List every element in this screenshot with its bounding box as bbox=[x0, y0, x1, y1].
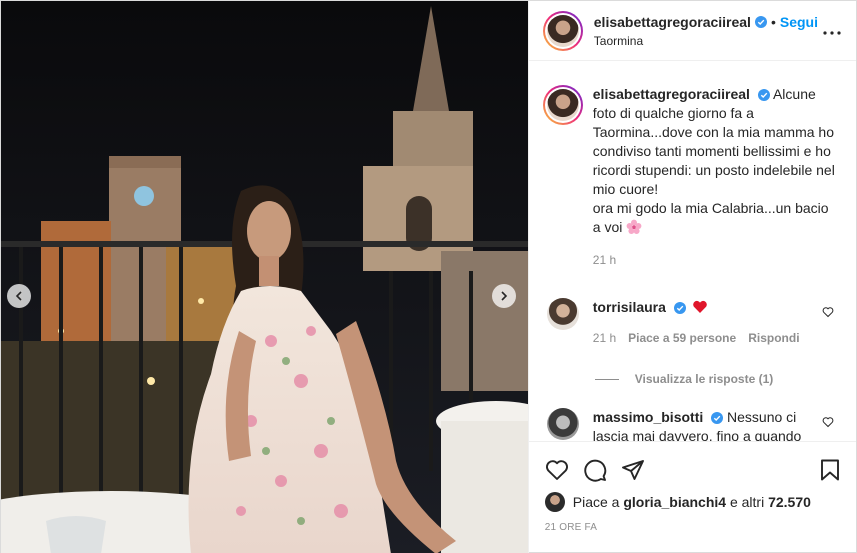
share-icon[interactable] bbox=[621, 458, 645, 482]
commenter-avatar[interactable] bbox=[546, 408, 579, 440]
replies-divider bbox=[594, 378, 619, 380]
comment-time: 21 h bbox=[592, 331, 617, 345]
previous-photo-button[interactable] bbox=[7, 284, 31, 308]
chevron-left-icon bbox=[15, 291, 22, 301]
likes-count[interactable]: 72.570 bbox=[768, 494, 811, 510]
post-dialog: elisabettagregoraciireal • Segui Taormin… bbox=[0, 0, 857, 553]
commenter-username[interactable]: torrisilaura bbox=[593, 299, 666, 315]
caption-username[interactable]: elisabettagregoraciireal bbox=[593, 86, 750, 102]
chevron-right-icon bbox=[501, 291, 507, 301]
author-avatar[interactable] bbox=[542, 10, 583, 51]
reply-button[interactable]: Rispondi bbox=[748, 329, 799, 348]
post-caption: elisabettagregoraciireal Alcune foto di … bbox=[542, 69, 842, 270]
post-actions: Piace a gloria_bianchi4 e altri 72.570 2… bbox=[528, 441, 856, 533]
caption-text-1: Alcune foto di qualche giorno fa a Taorm… bbox=[592, 86, 835, 197]
comment-likes[interactable]: Piace a 59 persone bbox=[628, 329, 736, 348]
comments-list[interactable]: elisabettagregoraciireal Alcune foto di … bbox=[529, 69, 856, 441]
follow-button[interactable]: Segui bbox=[780, 14, 818, 30]
comment-item: torrisilaura 21 h Piace a 59 persone Ris… bbox=[543, 298, 842, 348]
post-photo[interactable] bbox=[1, 1, 528, 553]
more-options-button[interactable] bbox=[820, 22, 844, 40]
heart-icon[interactable] bbox=[822, 416, 834, 428]
heart-icon[interactable] bbox=[822, 306, 834, 318]
likes-prefix: Piace a bbox=[572, 494, 624, 510]
author-username[interactable]: elisabettagregoraciireal bbox=[594, 14, 751, 30]
separator-dot: • bbox=[770, 13, 776, 30]
post-date: 21 ORE FA bbox=[544, 522, 598, 533]
post-header: elisabettagregoraciireal • Segui Taormin… bbox=[528, 1, 856, 61]
view-replies-label: Visualizza le risposte (1) bbox=[634, 372, 774, 386]
likes-summary: Piace a gloria_bianchi4 e altri 72.570 bbox=[544, 492, 842, 512]
red-heart-emoji-icon bbox=[692, 300, 707, 313]
verified-icon bbox=[711, 412, 724, 425]
caption-avatar[interactable] bbox=[542, 85, 583, 125]
verified-icon bbox=[757, 89, 770, 102]
comment-item: massimo_bisotti Nessuno ci lascia mai da… bbox=[543, 408, 842, 441]
liker-avatar[interactable] bbox=[544, 492, 565, 512]
cherry-blossom-icon bbox=[626, 219, 642, 234]
commenter-username[interactable]: massimo_bisotti bbox=[593, 409, 703, 425]
heart-icon[interactable] bbox=[545, 458, 569, 482]
caption-time: 21 h bbox=[592, 253, 617, 267]
commenter-avatar[interactable] bbox=[546, 298, 579, 330]
verified-icon bbox=[673, 302, 686, 315]
post-sidebar: elisabettagregoraciireal • Segui Taormin… bbox=[527, 1, 856, 553]
view-replies-button[interactable]: Visualizza le risposte (1) bbox=[594, 372, 842, 386]
bookmark-icon[interactable] bbox=[818, 458, 842, 482]
liker-username[interactable]: gloria_bianchi4 bbox=[623, 494, 726, 510]
photo-scene bbox=[1, 1, 528, 553]
verified-icon bbox=[754, 15, 767, 28]
next-photo-button[interactable] bbox=[491, 284, 516, 308]
location-link[interactable]: Taormina bbox=[594, 34, 820, 48]
more-icon bbox=[823, 30, 841, 35]
comment-icon[interactable] bbox=[583, 458, 607, 482]
likes-suffix: e altri bbox=[726, 494, 769, 510]
